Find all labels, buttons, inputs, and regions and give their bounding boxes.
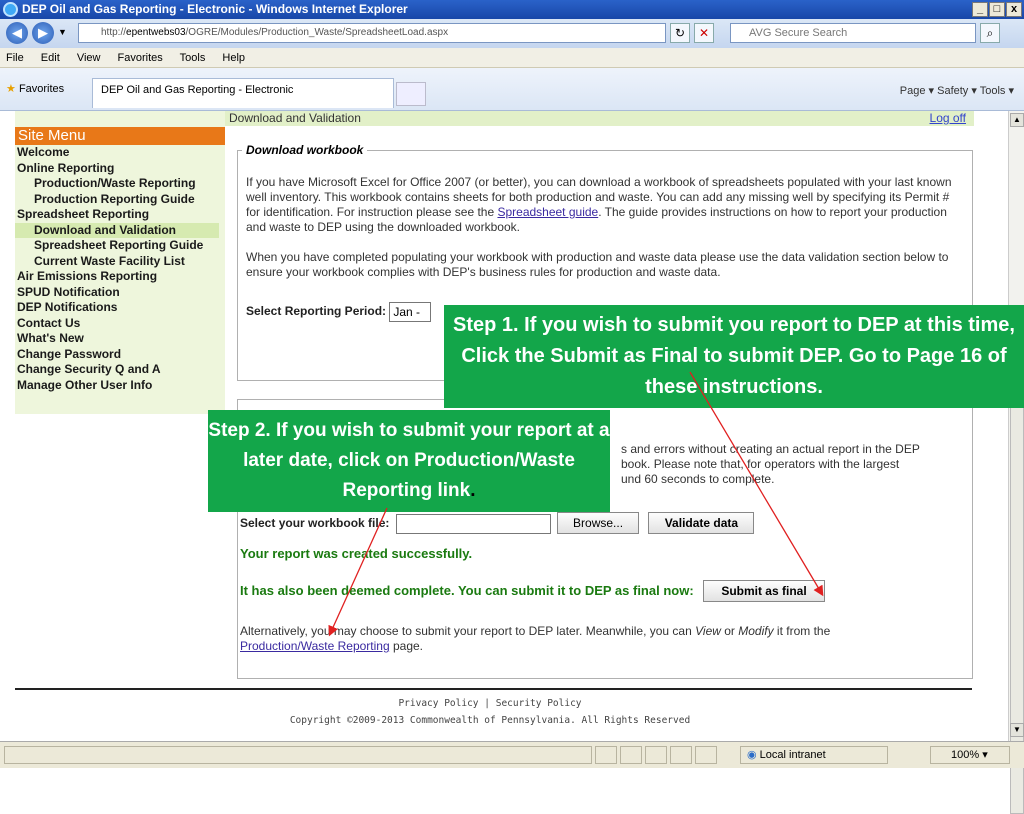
validate-description: s and errors without creating an actual … — [621, 442, 920, 486]
vertical-scrollbar[interactable]: ▲ ▼ — [1008, 111, 1024, 814]
address-bar-row: ◀ ▶ ▼ http://epentwebs03/OGRE/Modules/Pr… — [0, 19, 1024, 48]
alternative-text: Alternatively, you may choose to submit … — [240, 624, 831, 653]
new-tab-button[interactable] — [396, 82, 426, 106]
download-description: If you have Microsoft Excel for Office 2… — [246, 175, 952, 234]
complete-message: It has also been deemed complete. You ca… — [240, 583, 694, 598]
privacy-policy-link[interactable]: Privacy Policy — [398, 698, 478, 709]
breadcrumb: Download and Validation Log off — [225, 111, 974, 126]
browser-tab[interactable]: DEP Oil and Gas Reporting - Electronic — [92, 78, 394, 108]
sidebar-item-contact-us[interactable]: Contact Us — [15, 316, 225, 332]
menu-favorites[interactable]: Favorites — [118, 52, 163, 64]
search-go-icon[interactable]: ⌕ — [980, 23, 1000, 43]
site-menu: Site Menu Welcome Online Reporting Product… — [15, 111, 225, 414]
menu-file[interactable]: File — [6, 52, 24, 64]
close-window-button[interactable]: x — [1006, 2, 1022, 17]
star-icon: ★ — [6, 83, 16, 95]
workbook-file-label: Select your workbook file: — [240, 516, 390, 530]
scroll-down-icon[interactable]: ▼ — [1010, 723, 1024, 737]
ie-logo-icon — [3, 2, 18, 17]
search-input[interactable]: AVG Secure Search — [730, 23, 976, 43]
history-dropdown-icon[interactable]: ▼ — [58, 27, 67, 37]
maximize-button[interactable]: □ — [989, 2, 1005, 17]
sidebar-item-what-s-new[interactable]: What's New — [15, 331, 225, 347]
step1-callout: Step 1. If you wish to submit you report… — [444, 305, 1024, 408]
sidebar-item-spreadsheet-reporting-guide[interactable]: Spreadsheet Reporting Guide — [15, 238, 225, 254]
copyright-text: Copyright ©2009-2013 Commonwealth of Pen… — [289, 715, 691, 726]
sidebar-item-spreadsheet-reporting[interactable]: Spreadsheet Reporting — [15, 207, 225, 223]
refresh-icon[interactable]: ↻ — [670, 23, 690, 43]
reporting-period-select[interactable]: Jan - — [389, 302, 432, 322]
sidebar-item-spud-notification[interactable]: SPUD Notification — [15, 285, 225, 301]
menu-tools[interactable]: Tools — [180, 52, 206, 64]
forward-arrow-icon[interactable]: ▶ — [32, 22, 54, 44]
sidebar-item-download-and-validation[interactable]: Download and Validation — [15, 222, 219, 238]
validation-description: When you have completed populating your … — [246, 250, 949, 279]
favorites-button[interactable]: ★ Favorites — [6, 82, 64, 95]
footer: Privacy Policy | Security Policy Copyrig… — [240, 695, 740, 729]
footer-divider — [15, 688, 972, 690]
globe-icon: ◉ — [747, 749, 757, 761]
validate-data-button[interactable]: Validate data — [648, 512, 755, 534]
sidebar-item-welcome[interactable]: Welcome — [15, 145, 225, 161]
security-policy-link[interactable]: Security Policy — [496, 698, 582, 709]
status-bar: ◉ Local intranet 100% ▾ — [0, 741, 1024, 768]
minimize-button[interactable]: _ — [972, 2, 988, 17]
menu-edit[interactable]: Edit — [41, 52, 60, 64]
stop-icon[interactable]: ✕ — [694, 23, 714, 43]
sidebar-item-production-waste-reporting[interactable]: Production/Waste Reporting — [15, 176, 225, 192]
security-zone: ◉ Local intranet — [740, 746, 888, 764]
favorites-bar: ★ Favorites DEP Oil and Gas Reporting - … — [0, 68, 1024, 111]
browse-button[interactable]: Browse... — [557, 512, 640, 534]
menu-help[interactable]: Help — [222, 52, 245, 64]
window-title: DEP Oil and Gas Reporting - Electronic -… — [22, 2, 408, 16]
site-menu-header: Site Menu — [15, 127, 225, 145]
scroll-up-icon[interactable]: ▲ — [1010, 113, 1024, 127]
menu-bar: File Edit View Favorites Tools Help — [0, 48, 1024, 68]
production-waste-reporting-link[interactable]: Production/Waste Reporting — [240, 639, 390, 653]
sidebar-item-manage-other-user-info[interactable]: Manage Other User Info — [15, 378, 225, 394]
spreadsheet-guide-link[interactable]: Spreadsheet guide — [497, 205, 598, 219]
sidebar-item-production-reporting-guide[interactable]: Production Reporting Guide — [15, 192, 225, 208]
command-bar[interactable]: Page ▾ Safety ▾ Tools ▾ — [900, 84, 1014, 97]
logoff-link[interactable]: Log off — [930, 111, 966, 126]
sidebar-item-dep-notifications[interactable]: DEP Notifications — [15, 300, 225, 316]
sidebar-item-air-emissions-reporting[interactable]: Air Emissions Reporting — [15, 269, 225, 285]
back-arrow-icon[interactable]: ◀ — [6, 22, 28, 44]
sidebar-item-change-password[interactable]: Change Password — [15, 347, 225, 363]
workbook-file-input[interactable] — [395, 513, 551, 534]
sidebar-item-online-reporting[interactable]: Online Reporting — [15, 161, 225, 177]
zoom-level[interactable]: 100% ▾ — [930, 746, 1010, 764]
sidebar-item-change-security-q-and-a[interactable]: Change Security Q and A — [15, 362, 225, 378]
download-workbook-legend: Download workbook — [246, 143, 364, 157]
reporting-period-label: Select Reporting Period: — [246, 304, 387, 319]
address-input[interactable]: http://epentwebs03/OGRE/Modules/Producti… — [78, 23, 666, 43]
success-message: Your report was created successfully. — [240, 546, 473, 561]
submit-as-final-button[interactable]: Submit as final — [703, 580, 825, 602]
window-title-bar: DEP Oil and Gas Reporting - Electronic -… — [0, 0, 1024, 19]
menu-view[interactable]: View — [77, 52, 101, 64]
sidebar-item-current-waste-facility-list[interactable]: Current Waste Facility List — [15, 254, 225, 270]
step2-callout: Step 2. If you wish to submit your repor… — [208, 410, 610, 512]
